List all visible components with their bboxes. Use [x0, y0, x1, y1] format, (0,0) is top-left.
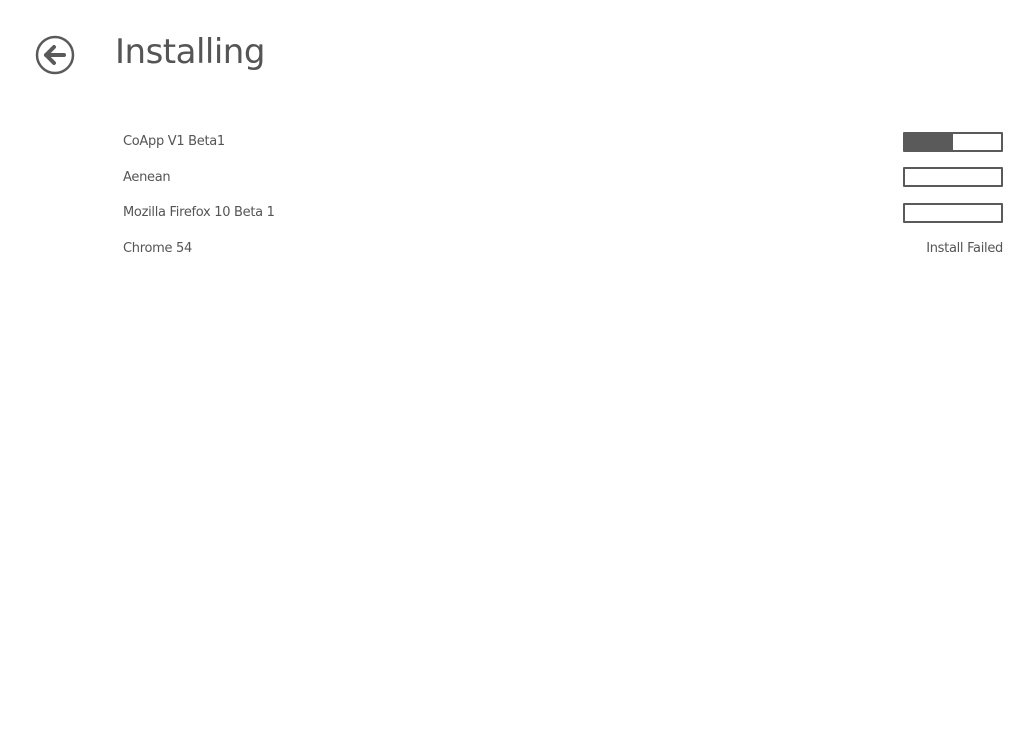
install-row: Aenean [123, 160, 1003, 196]
item-name: Chrome 54 [123, 240, 192, 256]
progress-bar [903, 131, 1003, 152]
progress-bar [903, 167, 1003, 188]
install-row: Chrome 54 Install Failed [123, 231, 1003, 267]
item-name: CoApp V1 Beta1 [123, 134, 225, 150]
install-list: CoApp V1 Beta1 Aenean Mozilla Firefox 10… [123, 124, 1003, 266]
item-name: Mozilla Firefox 10 Beta 1 [123, 205, 275, 221]
progress-bar [903, 202, 1003, 223]
install-row: CoApp V1 Beta1 [123, 124, 1003, 160]
back-arrow-circle-icon [35, 35, 75, 75]
back-button[interactable] [35, 35, 75, 75]
install-row: Mozilla Firefox 10 Beta 1 [123, 195, 1003, 231]
status-text: Install Failed [926, 240, 1003, 256]
item-name: Aenean [123, 169, 171, 185]
page-title: Installing [115, 32, 265, 72]
progress-fill [905, 133, 953, 150]
